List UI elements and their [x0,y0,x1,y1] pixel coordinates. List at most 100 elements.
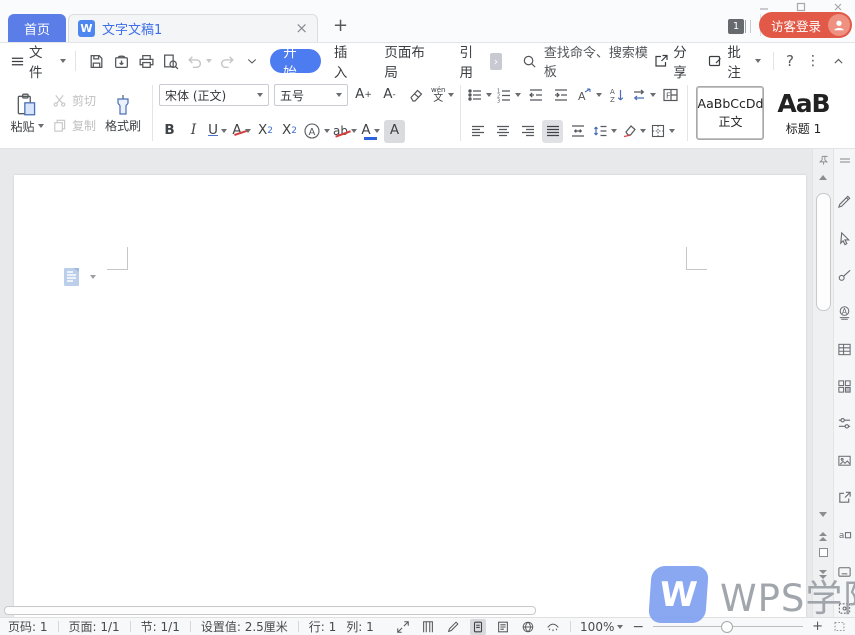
tab-home-ribbon[interactable]: 开始 [270,49,321,73]
italic-button[interactable]: I [183,120,204,143]
document-page[interactable] [14,175,806,617]
zoom-out-button[interactable]: − [632,620,644,634]
char-shading-button[interactable]: A [384,120,405,143]
file-menu[interactable]: 文件 [10,41,66,81]
export-pdf-button[interactable] [109,49,134,73]
select-cursor-icon[interactable] [837,230,853,246]
text-effects-button[interactable]: A [303,120,330,143]
tab-references[interactable]: 引用 [446,49,488,73]
font-name-select[interactable]: 宋体 (正文) [159,84,269,106]
scroll-down-arrow[interactable] [813,512,833,517]
screenshot-tool-icon[interactable] [837,600,853,616]
shape-tool-icon[interactable] [837,267,853,283]
sort-button[interactable]: AZ [606,84,627,107]
style-heading1[interactable]: AaB 标题 1 [766,87,840,139]
style-normal[interactable]: AaBbCcDd 正文 [697,87,763,139]
more-options-button[interactable]: ⋮ [806,53,820,69]
wordart-tool-icon[interactable]: A [837,304,853,320]
grow-font-button[interactable]: A+ [353,84,374,107]
print-button[interactable] [134,49,159,73]
customize-toolbar-icon[interactable] [240,49,265,73]
scrollbar-thumb[interactable] [816,193,831,311]
table-tool-icon[interactable] [837,341,853,357]
clear-format-button[interactable] [405,84,426,107]
font-color-button[interactable]: A [360,120,381,143]
highlight-button[interactable]: ab [333,120,357,143]
maximize-icon[interactable] [796,2,806,12]
line-spacing-button[interactable] [592,120,617,143]
outline-view-button[interactable] [495,619,511,635]
chart-tool-icon[interactable] [837,378,853,394]
numbering-button[interactable]: 123 [496,84,521,107]
settings-sliders-icon[interactable] [837,415,853,431]
justify-button[interactable] [542,120,563,143]
card-tool-icon[interactable] [837,563,853,579]
document-tab[interactable]: W 文字文稿1 × [68,14,318,42]
tab-page-layout[interactable]: 页面布局 [371,49,446,73]
more-tabs-button[interactable]: › [490,53,502,70]
translate-tool-icon[interactable]: a [837,526,853,542]
collapse-ribbon-icon[interactable] [832,55,845,68]
zoom-slider[interactable] [653,626,803,627]
tab-insert[interactable]: 插入 [321,49,372,73]
zoom-in-button[interactable]: + [812,620,823,633]
previous-page-button[interactable] [813,532,833,541]
help-button[interactable]: ? [786,52,794,70]
redo-button[interactable] [215,49,240,73]
eye-protection-button[interactable] [545,619,561,635]
zoom-slider-knob[interactable] [721,621,733,633]
fit-page-button[interactable] [832,619,847,634]
increase-indent-button[interactable] [550,84,571,107]
zoom-level-button[interactable]: 100% [580,620,623,634]
web-layout-button[interactable] [520,619,536,635]
cut-button[interactable]: 剪切 [52,88,96,113]
print-preview-button[interactable] [158,49,183,73]
superscript-button[interactable]: X2 [255,120,276,143]
borders-button[interactable] [650,120,675,143]
ink-tool-button[interactable] [445,619,461,635]
share-button[interactable]: 分享 [653,41,695,81]
next-page-button[interactable] [813,570,833,579]
tab-list-icon[interactable] [745,20,751,33]
close-tab-icon[interactable]: × [295,21,308,36]
paragraph-layout-button[interactable] [631,84,656,107]
shading-button[interactable] [621,120,646,143]
pin-icon[interactable] [813,155,833,166]
home-tab[interactable]: 首页 [8,14,66,42]
distribute-button[interactable] [567,120,588,143]
text-tool-button[interactable]: F [660,84,681,107]
format-painter-button[interactable]: 格式刷 [100,91,146,136]
copy-button[interactable]: 复制 [52,113,96,138]
bold-button[interactable]: B [159,120,180,143]
font-size-select[interactable]: 五号 [274,84,348,106]
align-right-button[interactable] [517,120,538,143]
scroll-up-arrow[interactable] [813,175,833,180]
read-layout-button[interactable] [420,619,436,635]
print-layout-button[interactable] [470,619,486,635]
decrease-indent-button[interactable] [525,84,546,107]
panel-handle-icon[interactable] [834,157,855,165]
text-direction-button[interactable]: A [575,84,602,107]
fullscreen-button[interactable] [395,619,411,635]
align-left-button[interactable] [467,120,488,143]
command-search[interactable]: 查找命令、搜索模板 [522,42,653,80]
pinyin-guide-button[interactable]: wén文 [431,84,454,107]
bullets-button[interactable] [467,84,492,107]
horizontal-scrollbar[interactable] [4,606,536,615]
image-layout-icon[interactable] [837,452,853,468]
share-panel-icon[interactable] [837,489,853,505]
vertical-scrollbar[interactable] [812,149,833,617]
paste-button[interactable]: 粘贴 [6,90,48,137]
notification-badge[interactable]: 1 [728,19,744,34]
strikethrough-button[interactable]: A [231,120,252,143]
shrink-font-button[interactable]: A- [379,84,400,107]
new-tab-button[interactable]: + [333,17,348,35]
undo-button[interactable] [183,49,215,73]
close-window-icon[interactable] [833,2,843,12]
align-center-button[interactable] [492,120,513,143]
underline-button[interactable]: U [207,120,228,143]
comment-button[interactable]: 批注 [707,41,761,81]
document-canvas[interactable] [0,149,812,617]
save-button[interactable] [85,49,110,73]
guest-login-button[interactable]: 访客登录 [759,12,852,38]
